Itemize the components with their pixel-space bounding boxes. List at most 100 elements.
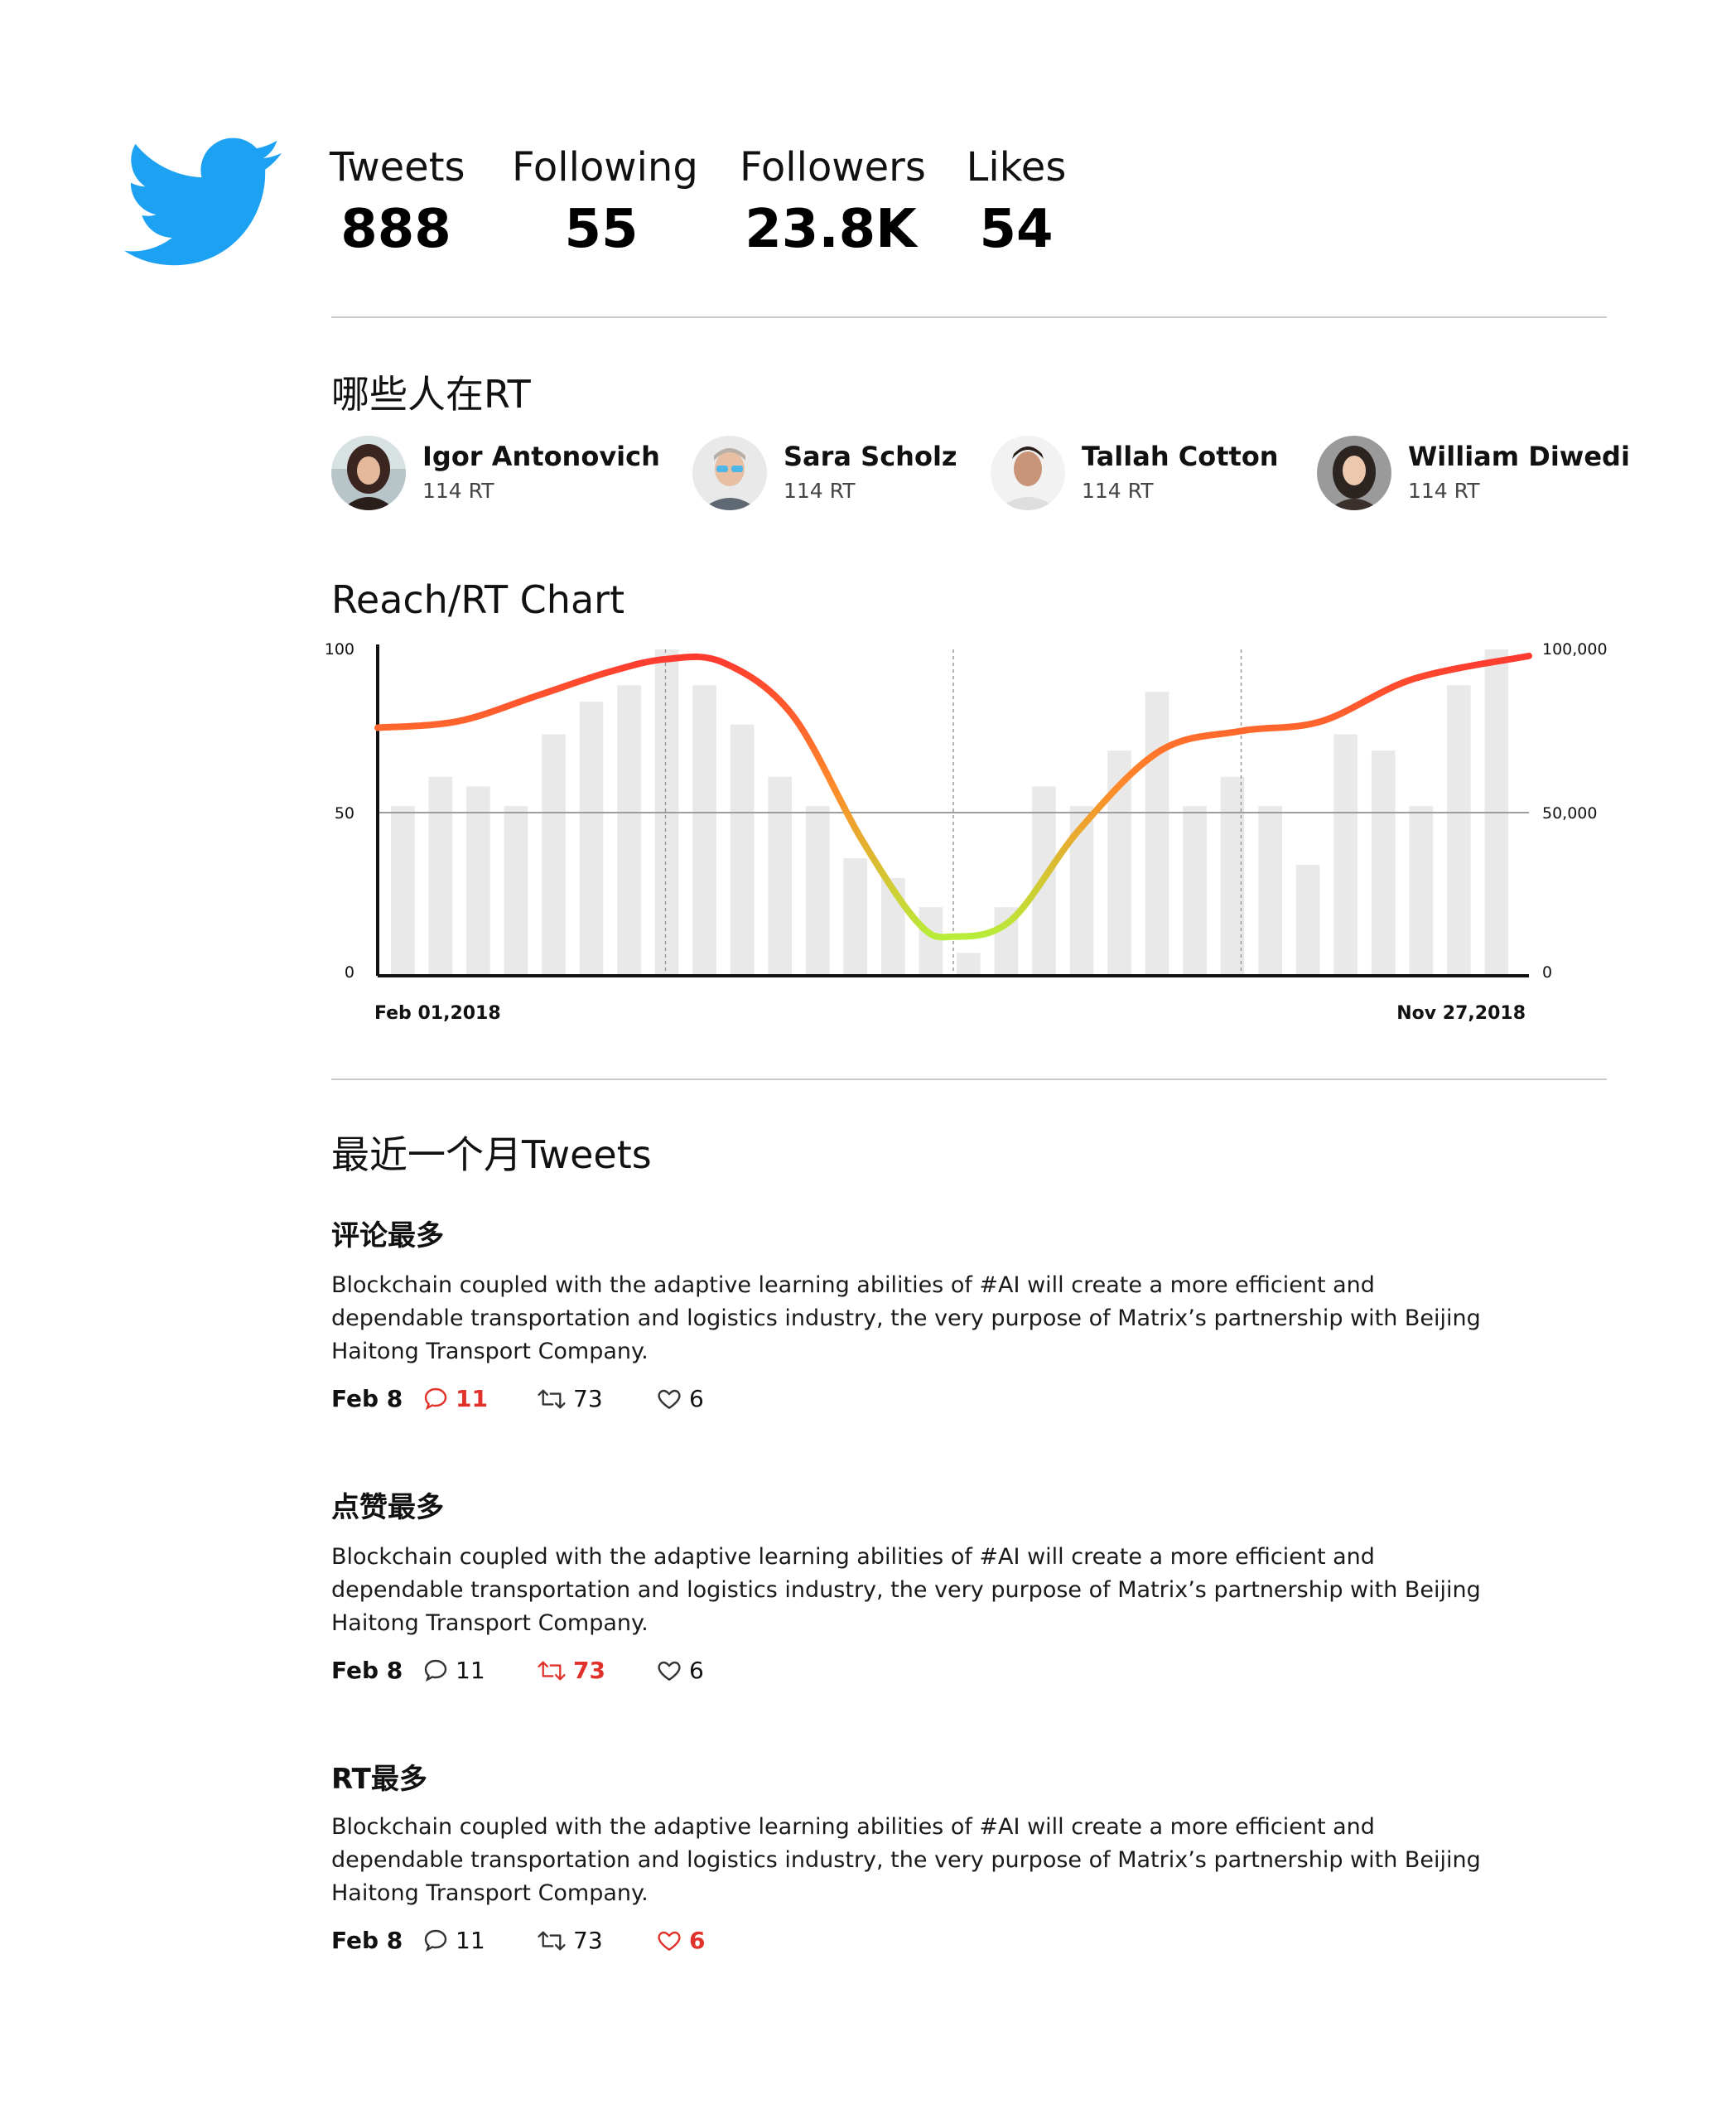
retweet-icon — [538, 1661, 566, 1680]
bar — [1145, 692, 1169, 976]
like-count: 6 — [689, 1927, 706, 1954]
stat-value: 55 — [564, 199, 639, 260]
stat-following[interactable]: Following 55 — [512, 142, 698, 265]
stat-label: Likes — [966, 144, 1067, 191]
retweeter-count: 114 RT — [1408, 479, 1480, 503]
bar — [391, 806, 415, 976]
comment-button[interactable]: 11 — [422, 1385, 488, 1412]
comment-button[interactable]: 11 — [422, 1657, 485, 1684]
bar — [805, 806, 830, 976]
avatar[interactable] — [991, 436, 1065, 510]
retweeter-item[interactable]: Igor Antonovich 114 RT — [331, 436, 663, 512]
stat-label: Following — [512, 144, 698, 191]
retweeter-item[interactable]: Tallah Cotton 114 RT — [991, 436, 1305, 512]
bar — [1258, 806, 1282, 976]
retweeter-name: Igor Antonovich — [422, 441, 660, 472]
divider — [331, 1079, 1607, 1080]
retweet-button[interactable]: 73 — [537, 1385, 603, 1412]
stat-value: 54 — [979, 199, 1054, 260]
heart-icon — [658, 1661, 681, 1681]
comment-count: 11 — [456, 1385, 488, 1412]
section-heading: RT最多 — [331, 1763, 427, 1796]
like-button[interactable]: 6 — [656, 1385, 704, 1412]
divider — [331, 316, 1607, 318]
stat-value: 888 — [340, 199, 451, 260]
left-tick-label: 50 — [335, 804, 354, 823]
tweet-date: Feb 8 — [331, 1927, 403, 1954]
retweet-button[interactable]: 73 — [537, 1927, 603, 1954]
bar — [957, 953, 981, 976]
reach-rt-chart: 100 50 0 100,000 50,000 0 Feb 01,2018 No… — [325, 640, 1608, 1024]
retweet-count: 73 — [573, 1657, 605, 1684]
bar — [843, 858, 868, 976]
comment-button[interactable]: 11 — [422, 1927, 485, 1954]
stat-followers[interactable]: Followers 23.8K — [740, 142, 926, 265]
bar — [1446, 685, 1471, 976]
comment-count: 11 — [456, 1657, 485, 1684]
avatar[interactable] — [331, 436, 406, 510]
retweeter-name: William Diwedi — [1408, 441, 1630, 472]
retweeter-name: Sara Scholz — [784, 441, 957, 472]
stat-value: 23.8K — [745, 199, 917, 260]
retweeters-title: 哪些人在RT — [331, 372, 531, 417]
avatar[interactable] — [692, 436, 767, 510]
retweeter-item[interactable]: William Diwedi 114 RT — [1317, 436, 1630, 512]
bar — [579, 702, 604, 976]
heart-icon — [658, 1389, 681, 1409]
heart-icon — [658, 1931, 681, 1951]
stat-label: Followers — [740, 144, 926, 191]
left-tick-label: 0 — [345, 963, 354, 982]
stat-tweets[interactable]: Tweets 888 — [330, 142, 465, 265]
right-tick-label: 100,000 — [1542, 640, 1608, 659]
retweeter-count: 114 RT — [422, 479, 494, 503]
bar — [1333, 734, 1358, 976]
bar — [466, 786, 490, 976]
bar — [428, 776, 453, 976]
tweet-date: Feb 8 — [331, 1385, 403, 1412]
x-start-label: Feb 01,2018 — [374, 1003, 501, 1024]
retweet-icon — [538, 1931, 566, 1950]
stat-likes[interactable]: Likes 54 — [962, 142, 1070, 265]
bar — [768, 776, 793, 976]
stat-label: Tweets — [330, 144, 465, 191]
retweet-count: 73 — [573, 1927, 603, 1954]
retweeter-item[interactable]: Sara Scholz 114 RT — [692, 436, 991, 512]
bar — [730, 724, 755, 976]
comment-icon — [424, 1387, 447, 1410]
retweeter-count: 114 RT — [1082, 479, 1154, 503]
bar — [504, 806, 528, 976]
bar — [1409, 806, 1434, 976]
comment-icon — [424, 1659, 447, 1682]
like-button[interactable]: 6 — [656, 1657, 704, 1684]
bar — [617, 685, 641, 976]
section-heading: 点赞最多 — [331, 1491, 444, 1524]
x-end-label: Nov 27,2018 — [1396, 1003, 1526, 1024]
tweet-text[interactable]: Blockchain coupled with the adaptive lea… — [331, 1269, 1507, 1368]
comment-count: 11 — [456, 1927, 485, 1954]
like-button[interactable]: 6 — [656, 1927, 705, 1954]
tweet-text[interactable]: Blockchain coupled with the adaptive lea… — [331, 1811, 1507, 1910]
chart-title: Reach/RT Chart — [331, 577, 625, 622]
retweet-button[interactable]: 73 — [537, 1657, 605, 1684]
retweeter-count: 114 RT — [784, 479, 856, 503]
bar — [1295, 865, 1320, 976]
right-tick-label: 50,000 — [1542, 804, 1597, 823]
retweeter-name: Tallah Cotton — [1082, 441, 1279, 472]
bar — [1371, 750, 1396, 976]
avatar[interactable] — [1317, 436, 1391, 510]
bar — [919, 907, 943, 976]
tweet-text[interactable]: Blockchain coupled with the adaptive lea… — [331, 1541, 1507, 1640]
section-heading: 评论最多 — [331, 1219, 444, 1252]
retweet-count: 73 — [573, 1385, 603, 1412]
recent-title: 最近一个月Tweets — [331, 1132, 652, 1177]
bar — [542, 734, 566, 976]
tweet-date: Feb 8 — [331, 1657, 403, 1684]
retweet-icon — [538, 1389, 566, 1408]
bar — [1183, 806, 1207, 976]
twitter-bird-icon — [124, 138, 282, 266]
comment-icon — [424, 1929, 447, 1952]
bar — [692, 685, 716, 976]
left-tick-label: 100 — [325, 640, 354, 659]
like-count: 6 — [689, 1385, 704, 1412]
right-tick-label: 0 — [1542, 963, 1552, 982]
